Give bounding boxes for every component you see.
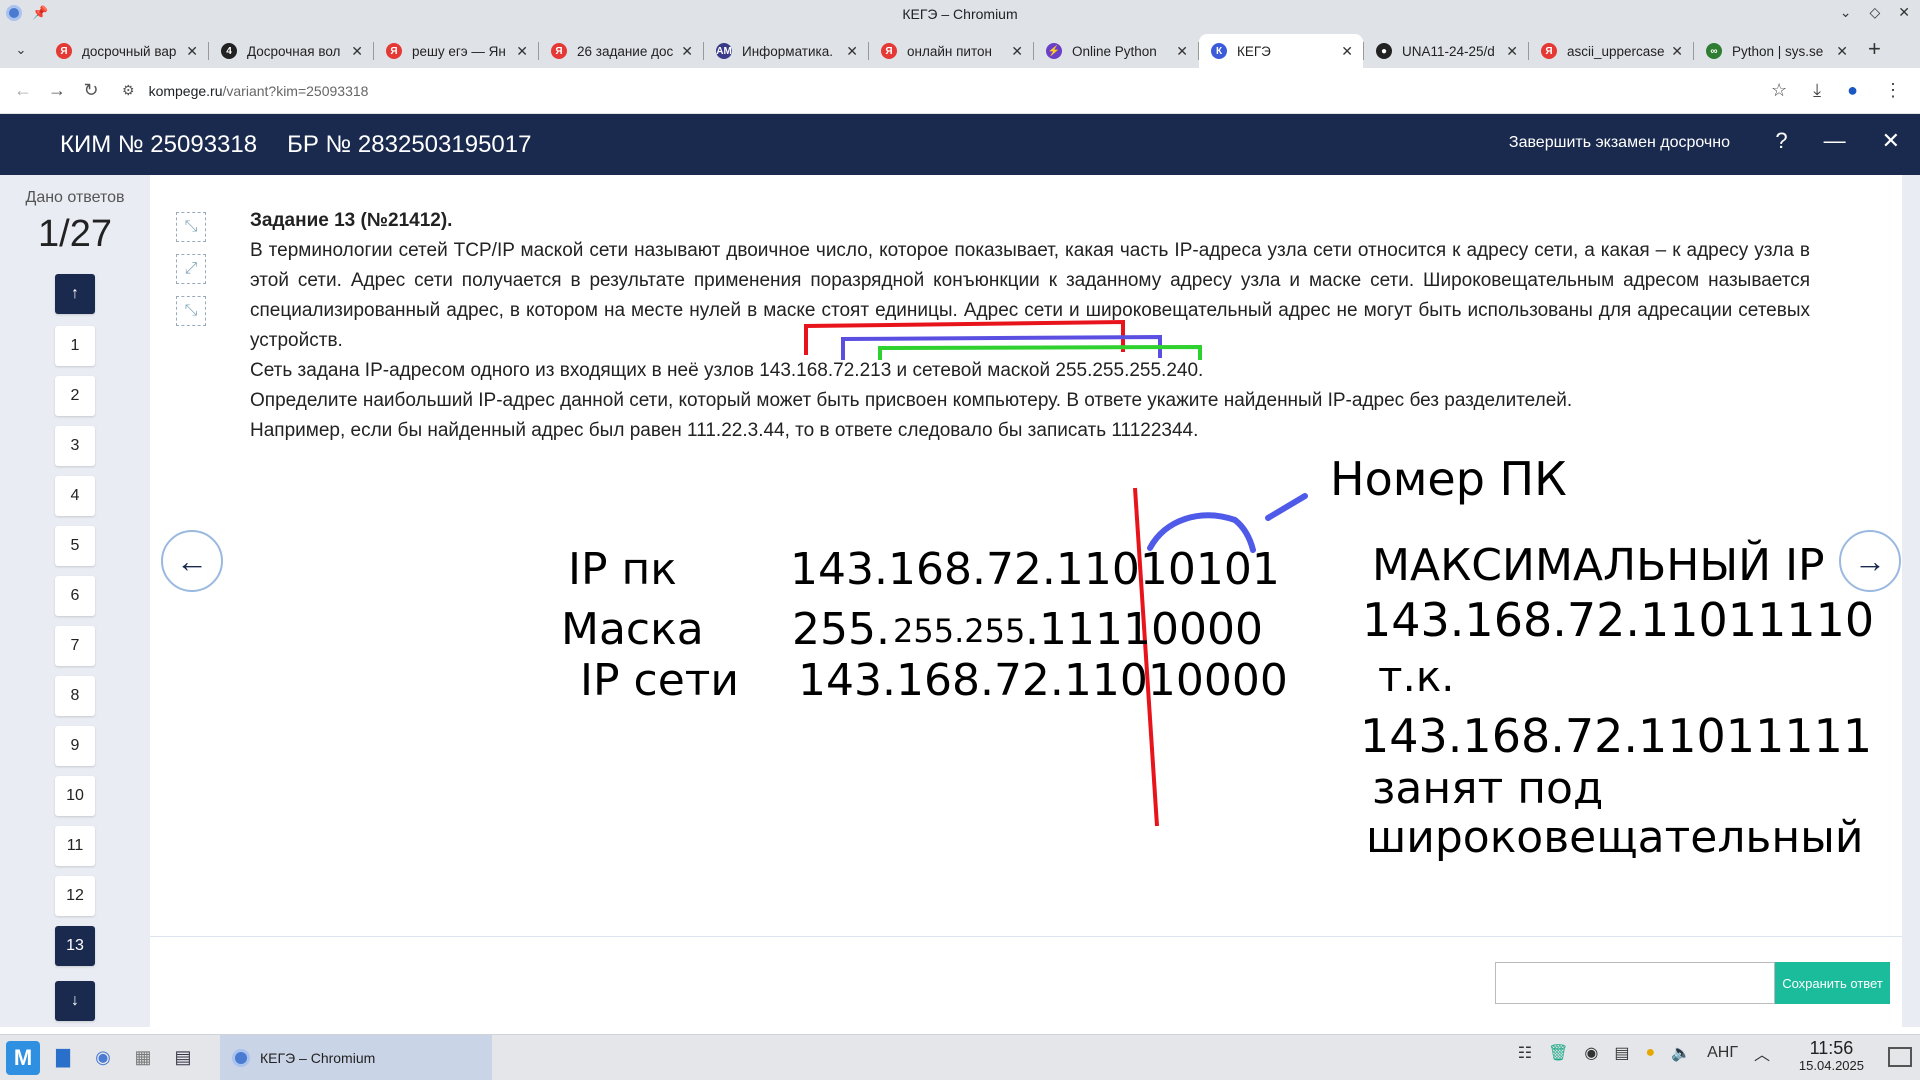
tray-expand-icon[interactable]: ︿ — [1754, 1041, 1770, 1065]
notification-icon[interactable]: ● — [1646, 1044, 1656, 1062]
blue-pointer — [1265, 493, 1308, 521]
note-ip-pc-label: IP пк — [568, 544, 677, 595]
taskbar-app-chromium[interactable]: КЕГЭ – Chromium — [220, 1035, 492, 1080]
browser-launcher-icon[interactable]: ◉ — [86, 1041, 120, 1075]
terminal-icon[interactable]: ▤ — [166, 1041, 200, 1075]
chromium-taskbar-icon — [232, 1049, 250, 1067]
note-mask-part-b: 255.255 — [893, 612, 1026, 650]
clock-date: 15.04.2025 — [1798, 1058, 1864, 1073]
note-because: т.к. — [1378, 652, 1455, 701]
note-mask-part-c: .11110000 — [1025, 604, 1263, 655]
answer-divider — [150, 936, 1902, 937]
note-broadcast-word: широковещательный — [1366, 812, 1864, 863]
clock[interactable]: 11:56 15.04.2025 — [1799, 1039, 1864, 1075]
note-pc-number: Номер ПК — [1330, 452, 1567, 506]
eye-icon[interactable]: ◉ — [1584, 1043, 1598, 1063]
keyboard-layout[interactable]: АНГ — [1707, 1044, 1738, 1062]
save-answer-button[interactable]: Сохранить ответ — [1775, 962, 1890, 1004]
note-net-label: IP сети — [580, 655, 739, 706]
os-taskbar: M ▇ ◉ ▦ ▤ КЕГЭ – Chromium ☷ 🗑 ◉ ▤ ● 🔈 АН… — [0, 1034, 1920, 1080]
note-broadcast-value: 143.168.72.11011111 — [1360, 709, 1873, 763]
trash-icon[interactable]: 🗑 — [1548, 1043, 1568, 1063]
note-occupied: занят под — [1372, 763, 1604, 814]
taskbar-app-label: КЕГЭ – Chromium — [260, 1050, 376, 1066]
note-max-value: 143.168.72.11011110 — [1362, 593, 1875, 647]
note-ip-pc-value: 143.168.72.11010101 — [790, 544, 1280, 595]
clipboard-icon[interactable]: ▤ — [1614, 1043, 1629, 1063]
settings-sliders-icon[interactable]: ☷ — [1518, 1043, 1532, 1063]
clock-time: 11:56 — [1809, 1038, 1854, 1058]
volume-icon[interactable]: 🔈 — [1671, 1043, 1691, 1063]
note-max-title: МАКСИМАЛЬНЫЙ IP — [1372, 540, 1825, 591]
start-menu-icon[interactable]: M — [6, 1040, 40, 1075]
desktop-icon[interactable]: ▦ — [126, 1041, 160, 1075]
note-mask-part-a: 255. — [792, 604, 890, 655]
note-mask-label: Маска — [561, 604, 704, 655]
green-bracket — [878, 344, 1202, 360]
answer-input[interactable] — [1495, 962, 1775, 1004]
file-manager-icon[interactable]: ▇ — [46, 1041, 80, 1075]
note-net-value: 143.168.72.11010000 — [798, 655, 1288, 706]
show-desktop-icon[interactable] — [1888, 1047, 1912, 1067]
